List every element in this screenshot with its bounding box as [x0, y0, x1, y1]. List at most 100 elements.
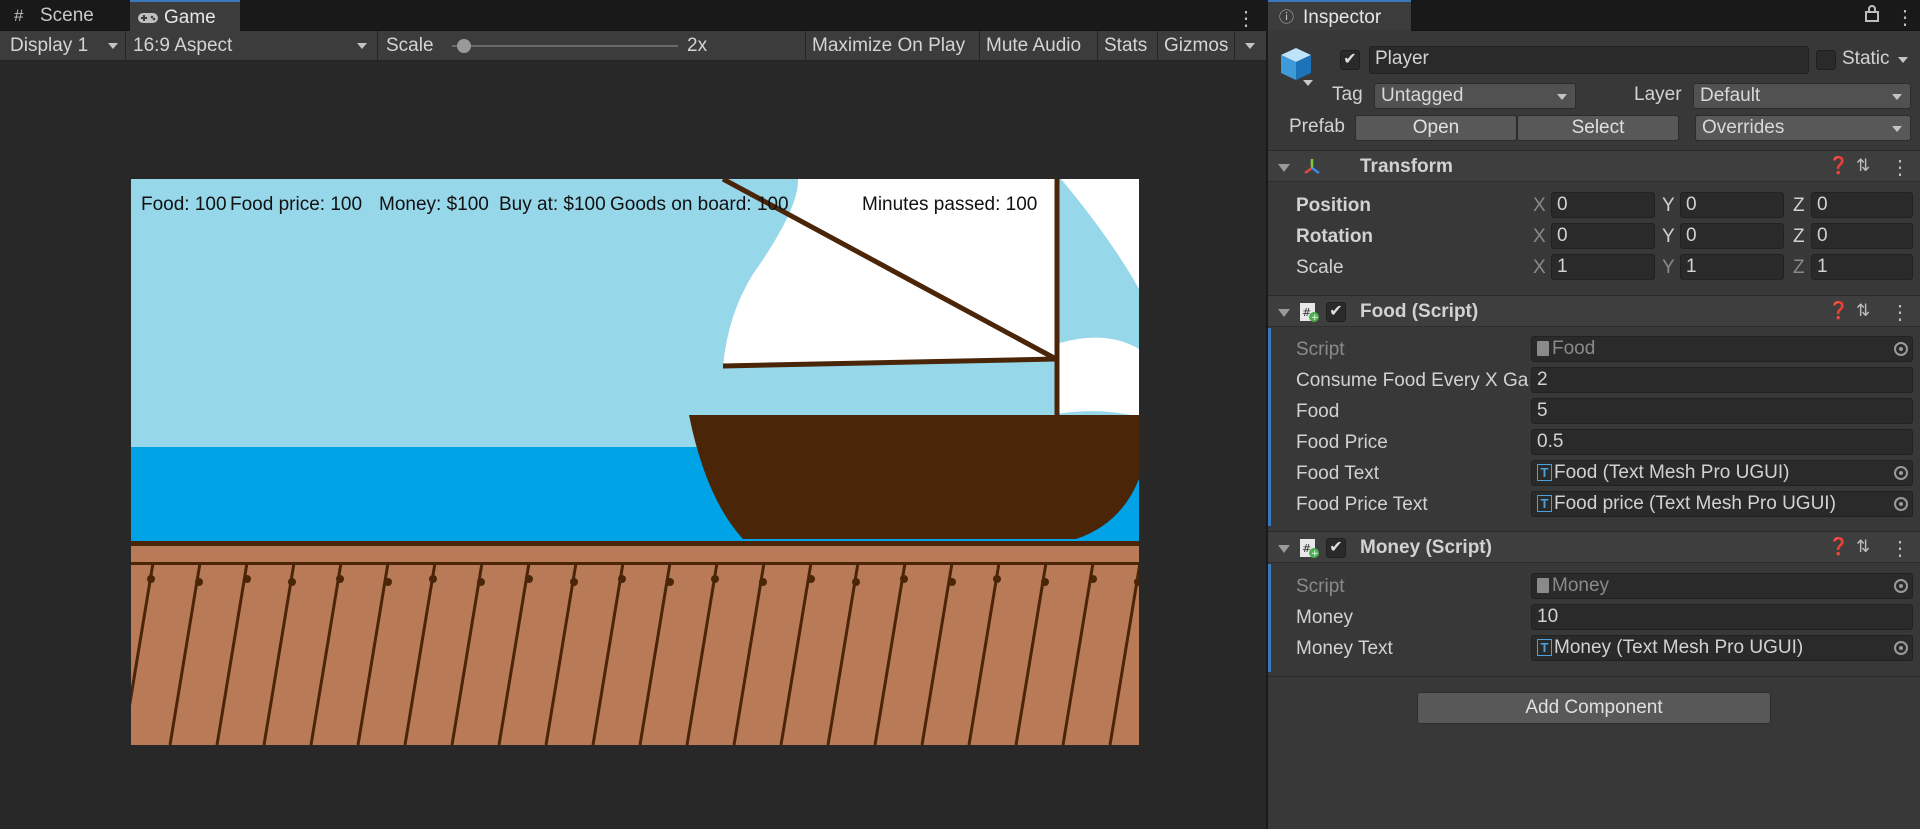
axis-x-label: X	[1533, 195, 1546, 216]
food-text-reference-field[interactable]: T Food (Text Mesh Pro UGUI)	[1531, 460, 1913, 486]
position-z-field[interactable]: 0	[1811, 192, 1913, 218]
scale-z-field[interactable]: 1	[1811, 254, 1913, 280]
rotation-x-field[interactable]: 0	[1551, 223, 1655, 249]
foldout-arrow-icon[interactable]	[1278, 545, 1290, 553]
chevron-down-icon	[357, 43, 367, 49]
tab-game[interactable]: Game	[130, 0, 240, 31]
static-checkbox[interactable]	[1816, 50, 1836, 70]
toolbar-separator	[1234, 31, 1235, 61]
presets-icon[interactable]: ⇅	[1856, 301, 1870, 321]
text-mesh-pro-icon: T	[1537, 464, 1552, 482]
dock-rail-line	[131, 562, 1139, 565]
presets-icon[interactable]: ⇅	[1856, 537, 1870, 557]
script-file-icon	[1537, 341, 1549, 357]
scale-slider-track[interactable]	[452, 45, 678, 47]
rotation-z-field[interactable]: 0	[1811, 223, 1913, 249]
game-viewport[interactable]: Food: 100 Food price: 100 Money: $100 Bu…	[131, 179, 1139, 745]
info-icon: ⓘ	[1279, 9, 1295, 26]
dock-nail	[384, 578, 392, 586]
tab-scene[interactable]: # Scene	[0, 0, 130, 31]
food-field[interactable]: 5	[1531, 398, 1913, 424]
toolbar-separator	[979, 31, 980, 61]
panel-menu-icon[interactable]: ⋮	[1236, 6, 1256, 31]
dock-nail	[336, 575, 344, 583]
chevron-down-icon	[1892, 126, 1902, 132]
dock	[131, 546, 1139, 745]
hud-money: Money: $100	[379, 194, 489, 215]
prefab-overrides-dropdown[interactable]: Overrides	[1695, 115, 1911, 141]
game-toolbar: Display 1 16:9 Aspect Scale 2x Maximize …	[0, 31, 1266, 61]
object-picker-icon[interactable]	[1894, 497, 1908, 511]
gizmos-toggle[interactable]: Gizmos	[1164, 31, 1228, 61]
money-script-enabled-checkbox[interactable]: ✔	[1326, 538, 1346, 558]
component-menu-icon[interactable]: ⋮	[1890, 536, 1910, 561]
component-menu-icon[interactable]: ⋮	[1890, 300, 1910, 325]
mute-audio-toggle[interactable]: Mute Audio	[986, 31, 1081, 61]
add-component-button[interactable]: Add Component	[1417, 692, 1771, 724]
component-separator	[1268, 676, 1920, 677]
lock-icon[interactable]	[1865, 5, 1879, 27]
position-y-field[interactable]: 0	[1680, 192, 1784, 218]
food-price-field[interactable]: 0.5	[1531, 429, 1913, 455]
object-picker-icon	[1894, 342, 1908, 356]
inspector-tab-bar: ⓘ Inspector ⋮	[1268, 0, 1920, 31]
dock-nail	[852, 578, 860, 586]
help-icon[interactable]: ❓	[1828, 301, 1849, 321]
toolbar-separator	[1157, 31, 1158, 61]
dock-nail	[759, 578, 767, 586]
prefab-open-button[interactable]: Open	[1355, 115, 1517, 141]
presets-icon[interactable]: ⇅	[1856, 156, 1870, 176]
tab-inspector[interactable]: ⓘ Inspector	[1268, 0, 1411, 31]
prefab-select-button[interactable]: Select	[1517, 115, 1679, 141]
dock-nail	[147, 575, 155, 583]
help-icon[interactable]: ❓	[1828, 537, 1849, 557]
food-script-accent-bar	[1268, 328, 1271, 526]
rotation-y-field[interactable]: 0	[1680, 223, 1784, 249]
money-field[interactable]: 10	[1531, 604, 1913, 630]
dock-nail	[243, 575, 251, 583]
consume-food-field[interactable]: 2	[1531, 367, 1913, 393]
display-dropdown[interactable]: Display 1	[10, 31, 122, 61]
dock-nail	[711, 575, 719, 583]
object-picker-icon[interactable]	[1894, 641, 1908, 655]
tag-dropdown[interactable]: Untagged	[1374, 83, 1576, 109]
food-price-text-reference-field[interactable]: T Food price (Text Mesh Pro UGUI)	[1531, 491, 1913, 517]
maximize-on-play-toggle[interactable]: Maximize On Play	[812, 31, 965, 61]
gizmos-dropdown-icon[interactable]	[1245, 43, 1255, 49]
transform-icon	[1302, 157, 1322, 183]
help-icon[interactable]: ❓	[1828, 156, 1849, 176]
consume-food-label: Consume Food Every X Ga	[1296, 370, 1529, 391]
hull	[689, 415, 1139, 539]
static-dropdown-icon[interactable]	[1898, 57, 1908, 63]
object-name-field[interactable]: Player	[1369, 46, 1809, 74]
left-tab-bar: # Scene Game ⋮	[0, 0, 1266, 31]
foldout-arrow-icon[interactable]	[1278, 309, 1290, 317]
component-menu-icon[interactable]: ⋮	[1890, 155, 1910, 180]
aspect-dropdown[interactable]: 16:9 Aspect	[133, 31, 373, 61]
dock-nail	[195, 578, 203, 586]
transform-component-header[interactable]: Transform ❓ ⇅ ⋮	[1268, 150, 1920, 182]
layer-dropdown[interactable]: Default	[1693, 83, 1911, 109]
position-x-field[interactable]: 0	[1551, 192, 1655, 218]
active-checkbox[interactable]: ✔	[1340, 50, 1360, 70]
scale-y-field[interactable]: 1	[1680, 254, 1784, 280]
food-price-label: Food Price	[1296, 432, 1388, 453]
dock-nail	[477, 578, 485, 586]
object-picker-icon[interactable]	[1894, 466, 1908, 480]
toolbar-separator	[377, 31, 378, 61]
food-script-header[interactable]: # + ✔ Food (Script) ❓ ⇅ ⋮	[1268, 295, 1920, 327]
scale-x-field[interactable]: 1	[1551, 254, 1655, 280]
foldout-arrow-icon[interactable]	[1278, 164, 1290, 172]
toolbar-separator	[1097, 31, 1098, 61]
stats-toggle[interactable]: Stats	[1104, 31, 1147, 61]
scale-slider-handle[interactable]	[457, 39, 471, 53]
panel-menu-icon[interactable]: ⋮	[1895, 5, 1915, 30]
food-script-enabled-checkbox[interactable]: ✔	[1326, 302, 1346, 322]
axis-y-label: Y	[1662, 257, 1675, 278]
dock-nail	[618, 575, 626, 583]
money-script-header[interactable]: # + ✔ Money (Script) ❓ ⇅ ⋮	[1268, 531, 1920, 563]
text-mesh-pro-icon: T	[1537, 639, 1552, 657]
food-script-reference-field: Food	[1531, 336, 1913, 362]
money-text-reference-field[interactable]: T Money (Text Mesh Pro UGUI)	[1531, 635, 1913, 661]
gameobject-cube-icon[interactable]	[1278, 44, 1318, 94]
